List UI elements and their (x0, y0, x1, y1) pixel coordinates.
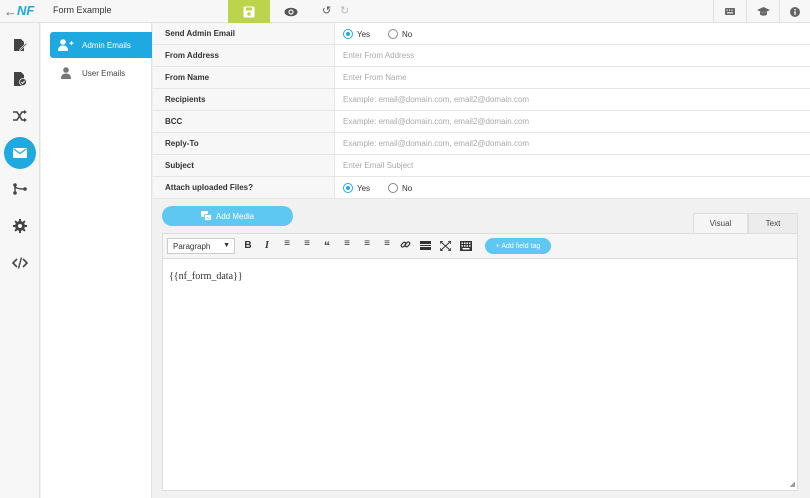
radio-label: Yes (357, 183, 371, 193)
link-icon[interactable] (400, 239, 414, 250)
preview-button[interactable] (270, 0, 312, 23)
radio-yes[interactable]: Yes (343, 29, 370, 39)
eye-icon (284, 7, 298, 16)
code-icon (12, 257, 28, 269)
setting-subject: Subject Enter Email Subject (153, 155, 810, 177)
setting-label: BCC (153, 111, 335, 132)
setting-reply-to: Reply-To Example: email@domain.com, emai… (153, 133, 810, 155)
bullet-list-icon[interactable]: ≡ (280, 238, 294, 249)
keyboard-shortcuts-button[interactable] (713, 0, 746, 23)
setting-send-admin-email: Send Admin Email Yes No (153, 23, 810, 45)
radio-checked-icon (343, 29, 353, 39)
logo: NF (17, 3, 35, 18)
info-icon (790, 6, 800, 17)
floppy-disk-icon (243, 6, 255, 17)
action-item-user-emails[interactable]: User Emails (50, 60, 152, 86)
keyboard-icon (725, 8, 735, 15)
resize-handle-icon[interactable]: ◢ (790, 480, 795, 488)
main-sidebar (0, 23, 40, 498)
radio-no[interactable]: No (388, 29, 412, 39)
sidebar-item-settings[interactable] (4, 210, 36, 242)
graduation-cap-icon (756, 6, 770, 16)
from-address-input[interactable]: Enter From Address (343, 51, 414, 60)
blockquote-icon[interactable]: “ (320, 239, 334, 253)
setting-label: Attach uploaded Files? (153, 177, 335, 198)
action-item-label: Admin Emails (82, 40, 131, 50)
format-select-value: Paragraph (173, 242, 211, 251)
setting-label: Recipients (153, 89, 335, 110)
learn-button[interactable] (746, 0, 779, 23)
recipients-input[interactable]: Example: email@domain.com, email2@domain… (343, 95, 529, 104)
sidebar-item-emails-actions[interactable] (4, 137, 36, 169)
setting-label: From Name (153, 67, 335, 88)
radio-label: No (402, 29, 413, 39)
setting-from-address: From Address Enter From Address (153, 45, 810, 67)
from-name-input[interactable]: Enter From Name (343, 73, 407, 82)
top-bar: ← NF Form Example ↺ ↻ (0, 0, 810, 23)
toolbar-toggle-icon[interactable] (460, 241, 474, 251)
radio-yes[interactable]: Yes (343, 183, 370, 193)
radio-label: No (402, 183, 413, 193)
file-check-icon (14, 72, 27, 86)
add-media-label: Add Media (215, 211, 255, 221)
setting-label: Reply-To (153, 133, 335, 154)
save-button[interactable] (228, 0, 270, 23)
sidebar-item-form-fields[interactable] (4, 29, 36, 61)
read-more-icon[interactable] (420, 241, 434, 250)
sidebar-item-submissions[interactable] (4, 63, 36, 95)
arrow-left-icon[interactable]: ← (4, 4, 17, 19)
sidebar-item-logic[interactable] (4, 173, 36, 205)
align-left-icon[interactable]: ≡ (340, 238, 354, 249)
radio-no[interactable]: No (388, 183, 412, 193)
fullscreen-icon[interactable] (440, 241, 454, 251)
undo-icon[interactable]: ↺ (322, 4, 331, 17)
envelope-icon (13, 148, 27, 158)
actions-list-panel: Admin Emails User Emails (41, 23, 152, 498)
italic-icon[interactable]: I (260, 240, 274, 251)
bold-icon[interactable]: B (241, 240, 255, 251)
radio-label: Yes (357, 29, 371, 39)
media-icon (200, 211, 212, 221)
setting-label: Subject (153, 155, 335, 176)
user-plus-icon (50, 39, 82, 51)
setting-recipients: Recipients Example: email@domain.com, em… (153, 89, 810, 111)
form-title: Form Example (53, 5, 112, 15)
user-icon (50, 67, 82, 79)
sidebar-item-conditional[interactable] (4, 100, 36, 132)
email-message-editor[interactable]: Paragraph ▼ B I ≡ ≡ “ ≡ ≡ ≡ + Add field … (162, 233, 798, 491)
align-center-icon[interactable]: ≡ (360, 238, 374, 249)
info-button[interactable] (779, 0, 810, 23)
add-media-button[interactable]: Add Media (162, 206, 293, 226)
radio-unchecked-icon (388, 29, 398, 39)
action-item-label: User Emails (82, 68, 126, 78)
action-item-admin-emails[interactable]: Admin Emails (50, 32, 152, 58)
setting-from-name: From Name Enter From Name (153, 67, 810, 89)
reply-to-input[interactable]: Example: email@domain.com, email2@domain… (343, 139, 529, 148)
align-right-icon[interactable]: ≡ (380, 238, 394, 249)
branch-icon (13, 183, 27, 195)
subject-input[interactable]: Enter Email Subject (343, 161, 413, 170)
editor-content[interactable]: {{nf_form_data}} (169, 271, 243, 282)
radio-checked-icon (343, 183, 353, 193)
edit-form-icon (14, 39, 27, 51)
shuffle-icon (13, 110, 27, 122)
setting-attach-files: Attach uploaded Files? Yes No (153, 177, 810, 199)
redo-icon[interactable]: ↻ (340, 4, 349, 17)
caret-down-icon: ▼ (223, 242, 230, 249)
action-settings: Send Admin Email Yes No From Address Ent… (153, 23, 810, 498)
setting-bcc: BCC Example: email@domain.com, email2@do… (153, 111, 810, 133)
numbered-list-icon[interactable]: ≡ (300, 238, 314, 249)
bcc-input[interactable]: Example: email@domain.com, email2@domain… (343, 117, 529, 126)
setting-label: Send Admin Email (153, 23, 335, 44)
tab-text[interactable]: Text (748, 213, 798, 233)
tab-visual[interactable]: Visual (693, 213, 748, 233)
editor-toolbar: Paragraph ▼ B I ≡ ≡ “ ≡ ≡ ≡ + Add field … (163, 234, 797, 259)
sidebar-item-developer[interactable] (4, 247, 36, 279)
add-field-tag-button[interactable]: + Add field tag (485, 238, 551, 254)
gear-icon (13, 219, 27, 233)
format-select[interactable]: Paragraph ▼ (167, 238, 235, 254)
radio-unchecked-icon (388, 183, 398, 193)
setting-label: From Address (153, 45, 335, 66)
